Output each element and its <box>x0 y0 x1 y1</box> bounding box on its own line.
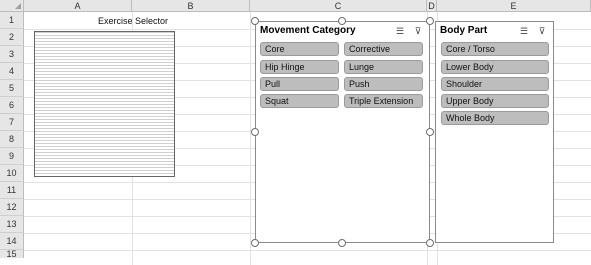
row-header-7[interactable]: 7 <box>0 114 24 131</box>
clear-filter-icon[interactable]: ⊽ <box>536 26 548 37</box>
slicer-item-corrective[interactable]: Corrective <box>344 42 423 56</box>
movement-category-slicer[interactable]: Movement Category ☰ ⊽ Core Corrective Hi… <box>255 21 430 243</box>
column-header-a[interactable]: A <box>24 0 132 12</box>
slicer-header-body-part: Body Part <box>440 25 488 36</box>
slicer-item-push[interactable]: Push <box>344 77 423 91</box>
slicer-item-core[interactable]: Core <box>260 42 339 56</box>
resize-handle[interactable] <box>426 239 434 247</box>
slicer-item-upper-body[interactable]: Upper Body <box>441 94 549 108</box>
slicer-header-movement: Movement Category <box>260 25 356 36</box>
resize-handle[interactable] <box>251 239 259 247</box>
row-header-2[interactable]: 2 <box>0 29 24 46</box>
resize-handle[interactable] <box>251 128 259 136</box>
row-header-12[interactable]: 12 <box>0 199 24 216</box>
row-header-3[interactable]: 3 <box>0 46 24 63</box>
clear-filter-icon[interactable]: ⊽ <box>412 26 424 37</box>
row-header-10[interactable]: 10 <box>0 165 24 182</box>
row-header-8[interactable]: 8 <box>0 131 24 148</box>
slicer-item-shoulder[interactable]: Shoulder <box>441 77 549 91</box>
row-header-5[interactable]: 5 <box>0 80 24 97</box>
row-header-1[interactable]: 1 <box>0 12 24 29</box>
body-part-slicer[interactable]: Body Part ☰ ⊽ Core / Torso Lower Body Sh… <box>435 21 554 243</box>
slicer-item-whole-body[interactable]: Whole Body <box>441 111 549 125</box>
gridline <box>24 250 591 251</box>
slicer-item-lunge[interactable]: Lunge <box>344 60 423 74</box>
slicer-item-squat[interactable]: Squat <box>260 94 339 108</box>
row-header-6[interactable]: 6 <box>0 97 24 114</box>
select-all-corner[interactable] <box>0 0 24 12</box>
row-header-4[interactable]: 4 <box>0 63 24 80</box>
slicer-item-core-torso[interactable]: Core / Torso <box>441 42 549 56</box>
resize-handle[interactable] <box>426 17 434 25</box>
column-header-d[interactable]: D <box>427 0 437 12</box>
slicer-item-pull[interactable]: Pull <box>260 77 339 91</box>
row-header-15[interactable]: 15 <box>0 250 24 258</box>
slicer-item-lower-body[interactable]: Lower Body <box>441 60 549 74</box>
slicer-item-hip-hinge[interactable]: Hip Hinge <box>260 60 339 74</box>
row-header-13[interactable]: 13 <box>0 216 24 233</box>
resize-handle[interactable] <box>338 17 346 25</box>
column-header-e[interactable]: E <box>437 0 591 12</box>
slicer-item-triple-extension[interactable]: Triple Extension <box>344 94 423 108</box>
exercise-table[interactable] <box>34 31 175 177</box>
row-header-9[interactable]: 9 <box>0 148 24 165</box>
resize-handle[interactable] <box>426 128 434 136</box>
column-header-b[interactable]: B <box>132 0 250 12</box>
sheet-title: Exercise Selector <box>97 16 169 26</box>
row-header-11[interactable]: 11 <box>0 182 24 199</box>
multi-select-icon[interactable]: ☰ <box>394 26 406 37</box>
multi-select-icon[interactable]: ☰ <box>518 26 530 37</box>
gridline <box>250 12 251 265</box>
resize-handle[interactable] <box>251 17 259 25</box>
row-header-14[interactable]: 14 <box>0 233 24 250</box>
resize-handle[interactable] <box>338 239 346 247</box>
column-header-c[interactable]: C <box>250 0 427 12</box>
